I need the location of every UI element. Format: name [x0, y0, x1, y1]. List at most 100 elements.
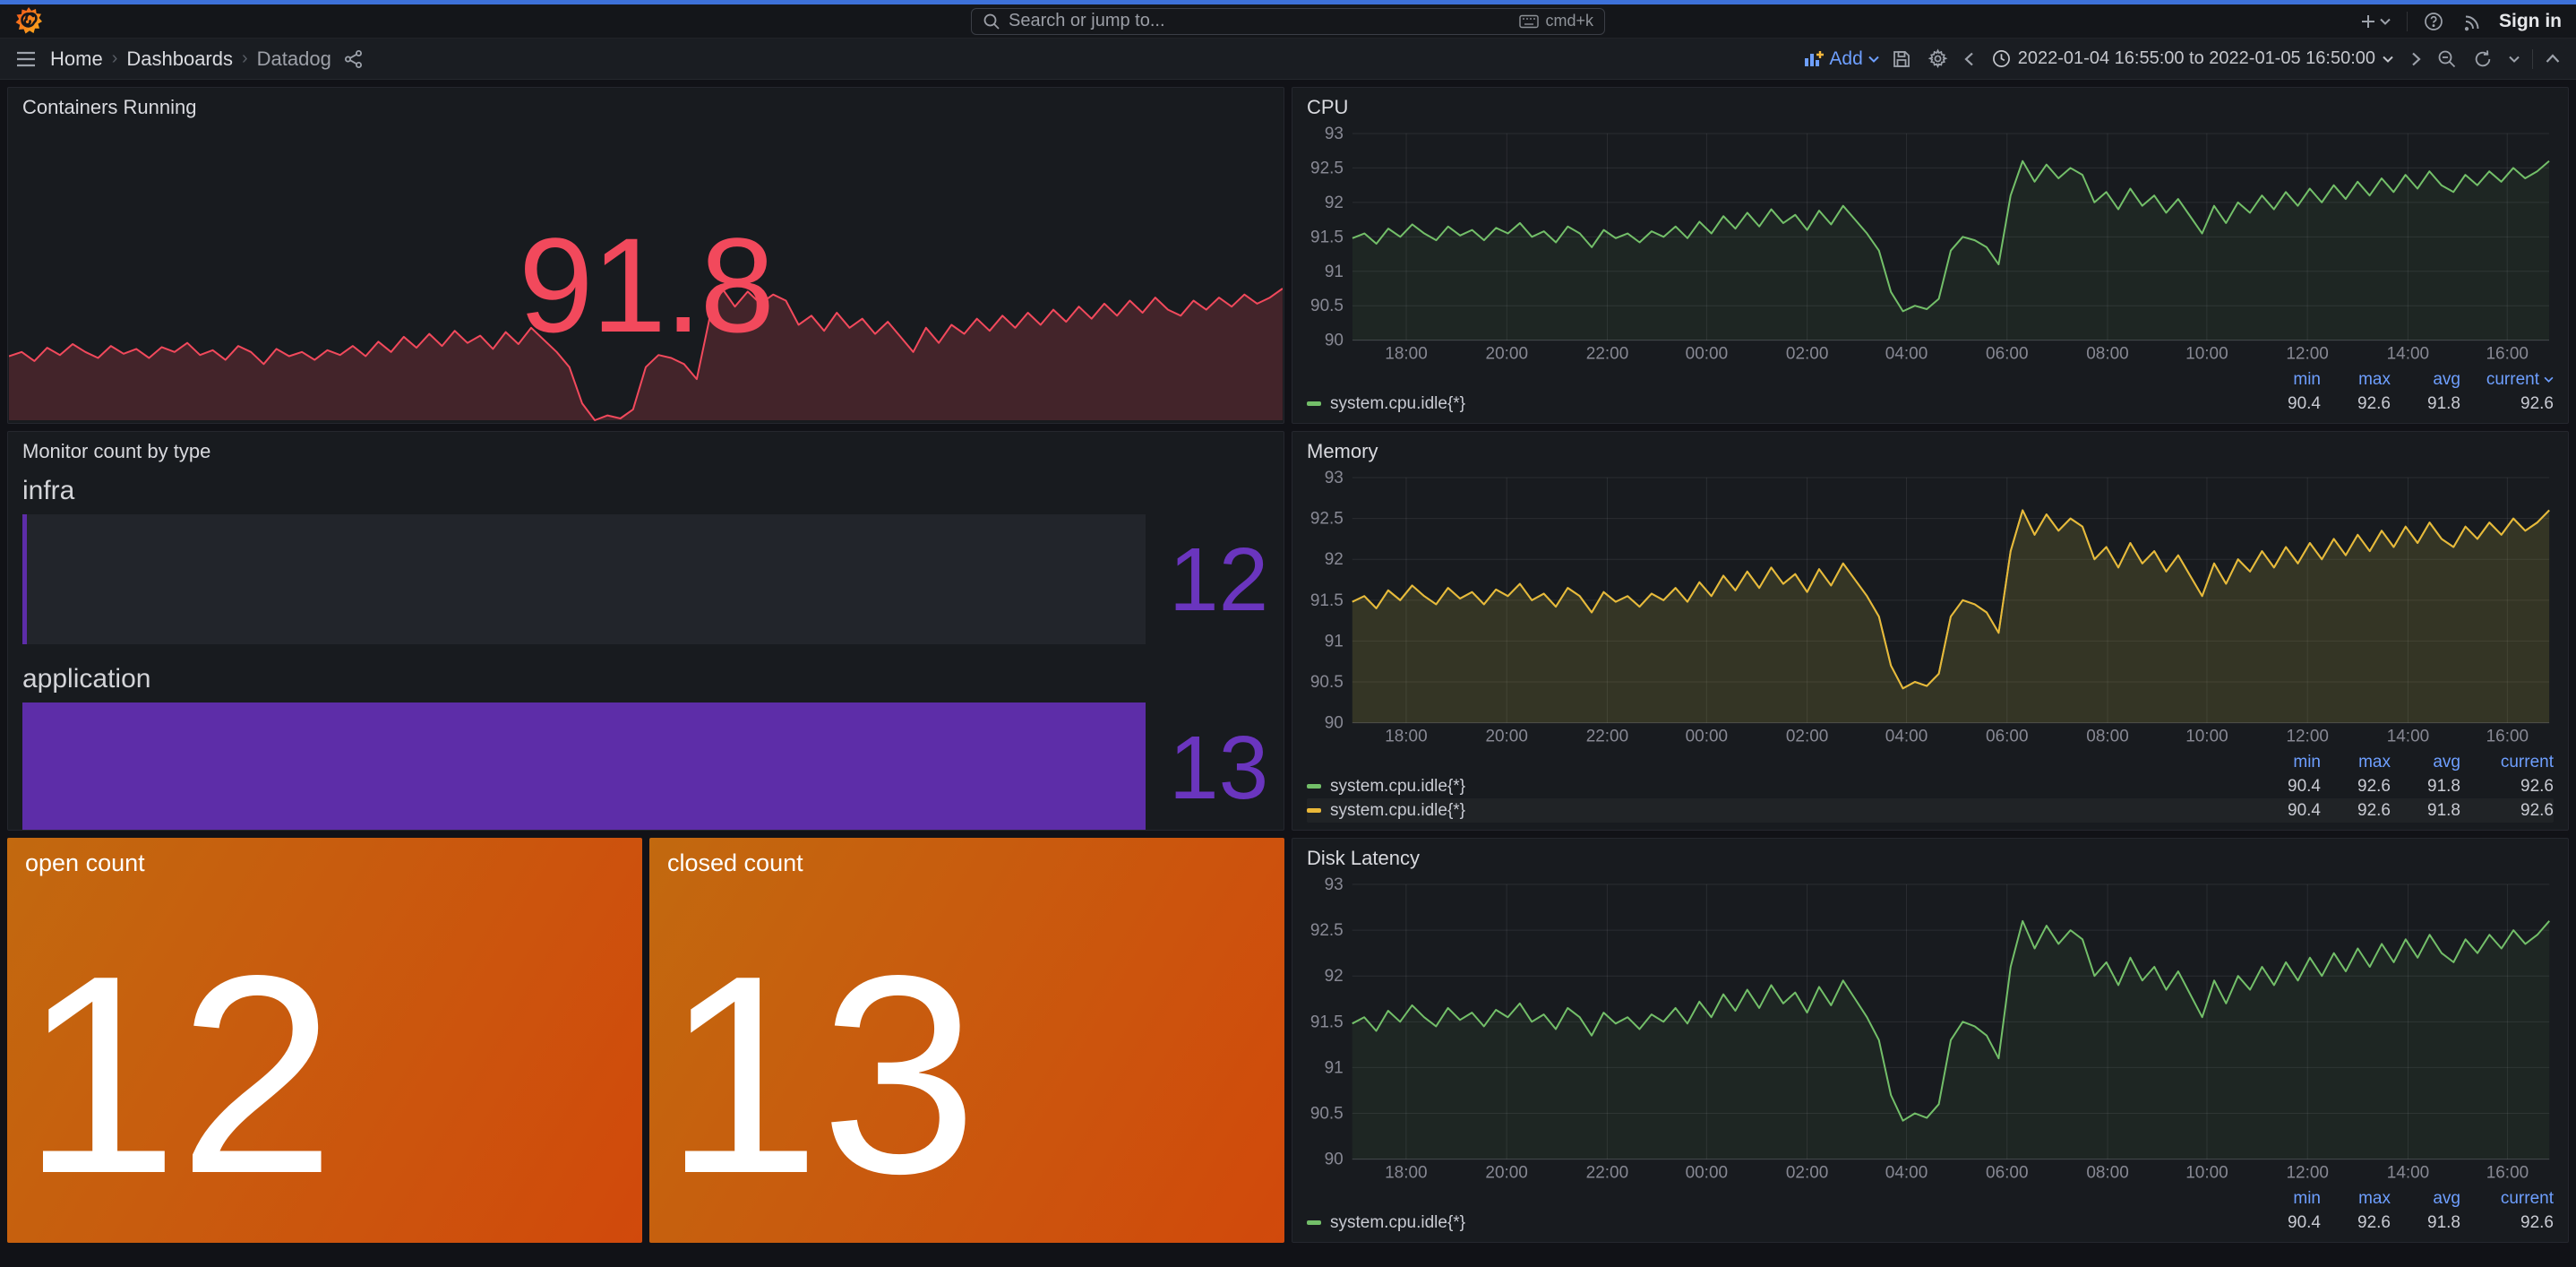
panel-disk-latency: Disk Latency 18:0020:0022:0000:0002:0004…: [1292, 838, 2569, 1243]
svg-text:92.5: 92.5: [1310, 921, 1344, 940]
legend-series-toggle[interactable]: system.cpu.idle{*}: [1307, 801, 2251, 821]
memory-legend: min max avg current system.cpu.idle{*} 9…: [1292, 750, 2568, 830]
legend-sort-current[interactable]: current: [2466, 753, 2554, 772]
dashboard-toolbar: Home › Dashboards › Datadog Add: [0, 39, 2576, 80]
dashboard-settings-button[interactable]: [1924, 45, 1952, 73]
add-panel-button[interactable]: Add: [1804, 48, 1878, 70]
cpu-legend: min max avg current system.cpu.idle{*} 9…: [1292, 367, 2568, 423]
cpu-chart[interactable]: 18:0020:0022:0000:0002:0004:0006:0008:00…: [1292, 123, 2568, 367]
svg-text:18:00: 18:00: [1385, 1164, 1427, 1183]
time-shift-back-button[interactable]: [1961, 48, 1978, 70]
search-shortcut: cmd+k: [1519, 12, 1593, 30]
zoom-out-button[interactable]: [2434, 46, 2460, 73]
svg-text:93: 93: [1325, 875, 1344, 894]
stat-max: 92.6: [2326, 1213, 2391, 1233]
share-button[interactable]: [340, 46, 367, 73]
news-button[interactable]: [2460, 8, 2486, 35]
search-input[interactable]: Search or jump to... cmd+k: [971, 8, 1605, 35]
breadcrumb-home[interactable]: Home: [50, 47, 103, 71]
panel-title: Disk Latency: [1292, 839, 2568, 874]
legend-series-toggle[interactable]: system.cpu.idle{*}: [1307, 394, 2251, 414]
legend-sort-current[interactable]: current: [2466, 370, 2554, 390]
sign-in-link[interactable]: Sign in: [2499, 11, 2562, 32]
svg-text:10:00: 10:00: [2185, 1164, 2228, 1183]
breadcrumb-dashboards[interactable]: Dashboards: [126, 47, 233, 71]
refresh-interval-button[interactable]: [2505, 52, 2523, 66]
svg-text:08:00: 08:00: [2086, 1164, 2128, 1183]
stat-avg: 91.8: [2396, 801, 2460, 821]
chevron-right-icon: [2411, 52, 2421, 66]
legend-sort-current[interactable]: current: [2466, 1189, 2554, 1209]
legend-sort-max[interactable]: max: [2326, 1189, 2391, 1209]
legend-sort-min[interactable]: min: [2256, 370, 2321, 390]
grafana-logo-icon[interactable]: [14, 6, 43, 37]
legend-series-toggle[interactable]: system.cpu.idle{*}: [1307, 1213, 2251, 1233]
series-color-marker: [1307, 784, 1321, 789]
dashboard-grid: Containers Running 91.8 CPU 18:0020:0022…: [0, 80, 2576, 1250]
grafana-app: Search or jump to... cmd+k: [0, 0, 2576, 1267]
stat-current: 92.6: [2466, 1213, 2554, 1233]
time-range-label: 2022-01-04 16:55:00 to 2022-01-05 16:50:…: [2018, 48, 2375, 69]
legend-sort-max[interactable]: max: [2326, 370, 2391, 390]
menu-button[interactable]: [13, 47, 39, 71]
stat-min: 90.4: [2256, 777, 2321, 797]
legend-sort-max[interactable]: max: [2326, 753, 2391, 772]
refresh-button[interactable]: [2469, 46, 2496, 73]
panel-title: CPU: [1292, 88, 2568, 123]
stat-current: 92.6: [2466, 801, 2554, 821]
bar-label: application: [22, 664, 1269, 694]
legend-sort-min[interactable]: min: [2256, 753, 2321, 772]
svg-text:12:00: 12:00: [2286, 728, 2328, 746]
gear-icon: [1928, 48, 1948, 69]
bar-row: 12: [22, 514, 1269, 644]
legend-sort-avg[interactable]: avg: [2396, 1189, 2460, 1209]
news-rss-icon: [2463, 12, 2483, 31]
panel-monitor-count: Monitor count by type infra 12 applicati…: [7, 431, 1284, 831]
closed-count-value: 13: [664, 941, 977, 1209]
panel-title: Containers Running: [8, 88, 1284, 123]
search-placeholder: Search or jump to...: [1009, 11, 1511, 31]
panel-cpu: CPU 18:0020:0022:0000:0002:0004:0006:000…: [1292, 87, 2569, 424]
legend-sort-avg[interactable]: avg: [2396, 370, 2460, 390]
legend-sort-avg[interactable]: avg: [2396, 753, 2460, 772]
time-range-picker[interactable]: 2022-01-04 16:55:00 to 2022-01-05 16:50:…: [1987, 45, 2399, 73]
memory-chart[interactable]: 18:0020:0022:0000:0002:0004:0006:0008:00…: [1292, 467, 2568, 750]
disk-chart[interactable]: 18:0020:0022:0000:0002:0004:0006:0008:00…: [1292, 874, 2568, 1186]
svg-text:06:00: 06:00: [1986, 345, 2028, 364]
svg-text:10:00: 10:00: [2185, 728, 2228, 746]
chevron-down-icon: [1868, 56, 1879, 63]
panel-add-icon: [1804, 50, 1824, 68]
legend-row: system.cpu.idle{*} 90.4 92.6 91.8 92.6: [1307, 1211, 2554, 1235]
time-shift-forward-button[interactable]: [2408, 48, 2425, 70]
collapse-toolbar-button[interactable]: [2542, 50, 2563, 67]
svg-text:91: 91: [1325, 633, 1344, 651]
svg-text:20:00: 20:00: [1485, 728, 1527, 746]
svg-text:12:00: 12:00: [2287, 1164, 2329, 1183]
svg-text:04:00: 04:00: [1885, 345, 1928, 364]
save-dashboard-button[interactable]: [1888, 46, 1915, 73]
share-icon: [344, 49, 364, 69]
zoom-out-icon: [2437, 49, 2457, 69]
stat-min: 90.4: [2256, 394, 2321, 414]
chevron-up-icon: [2546, 54, 2560, 64]
new-button[interactable]: [2357, 10, 2394, 33]
svg-text:90: 90: [1325, 1151, 1344, 1169]
svg-text:04:00: 04:00: [1885, 728, 1928, 746]
svg-text:20:00: 20:00: [1485, 1164, 1527, 1183]
legend-series-toggle[interactable]: system.cpu.idle{*}: [1307, 777, 2251, 797]
bar-gauge: infra 12 application 13: [8, 467, 1284, 831]
svg-text:00:00: 00:00: [1686, 728, 1728, 746]
help-button[interactable]: [2420, 8, 2447, 35]
disk-legend: min max avg current system.cpu.idle{*} 9…: [1292, 1186, 2568, 1242]
svg-text:91.5: 91.5: [1310, 228, 1344, 247]
legend-sort-min[interactable]: min: [2256, 1189, 2321, 1209]
bar-track: [22, 514, 1146, 644]
search-icon: [983, 13, 1000, 30]
chevron-down-icon: [2383, 56, 2393, 63]
sort-caret-icon: [2544, 376, 2554, 383]
stat-row: open count 12 closed count 13: [7, 838, 1284, 1243]
stat-avg: 91.8: [2396, 777, 2460, 797]
containers-sparkline[interactable]: [9, 286, 1283, 422]
panel-title: open count: [7, 838, 642, 888]
svg-text:18:00: 18:00: [1385, 345, 1427, 364]
